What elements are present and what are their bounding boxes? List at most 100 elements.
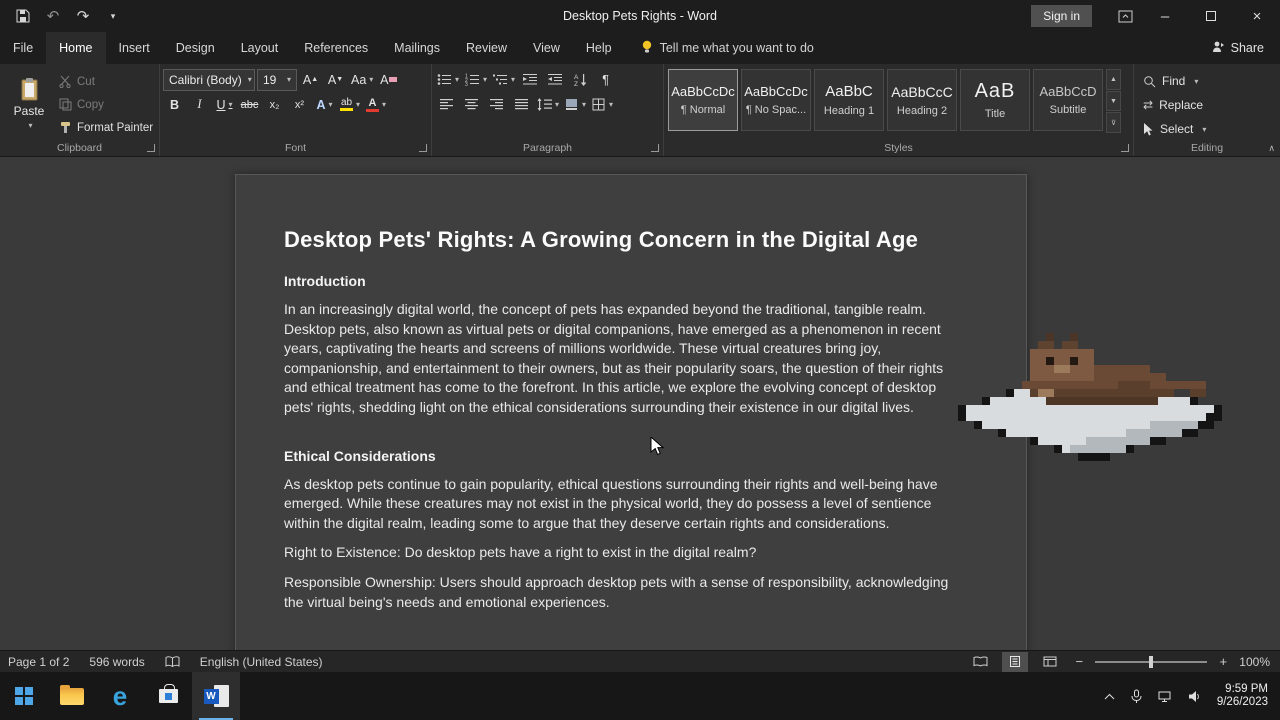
document-canvas: Desktop Pets' Rights: A Growing Concern …	[0, 157, 1280, 650]
language-indicator[interactable]: English (United States)	[200, 655, 323, 669]
web-layout-icon[interactable]	[1037, 652, 1063, 672]
style-title[interactable]: AaB Title	[960, 69, 1030, 131]
desktop-pet-cat[interactable]	[958, 333, 1222, 461]
tab-view[interactable]: View	[520, 32, 573, 64]
font-dialog-launcher[interactable]	[419, 144, 427, 152]
cut-button[interactable]: Cut	[59, 71, 153, 92]
change-case-button[interactable]: Aa	[349, 69, 375, 91]
bold-button[interactable]: B	[163, 94, 186, 116]
shrink-font-button[interactable]: A▼	[324, 69, 347, 91]
tab-home[interactable]: Home	[46, 32, 105, 64]
zoom-slider-thumb[interactable]	[1149, 656, 1153, 668]
borders-icon[interactable]	[590, 94, 615, 116]
redo-icon[interactable]: ↷	[70, 3, 96, 29]
network-icon[interactable]	[1158, 690, 1173, 703]
font-family-combobox[interactable]: Calibri (Body)	[163, 69, 255, 91]
style-no-spacing[interactable]: AaBbCcDc ¶ No Spac...	[741, 69, 811, 131]
copy-button[interactable]: Copy	[59, 94, 153, 115]
tab-design[interactable]: Design	[163, 32, 228, 64]
sort-icon[interactable]: AZ	[569, 69, 592, 91]
align-left-icon[interactable]	[435, 94, 458, 116]
zoom-level[interactable]: 100%	[1239, 655, 1270, 669]
undo-icon[interactable]: ↶	[40, 3, 66, 29]
ribbon-display-options-icon[interactable]	[1108, 3, 1142, 29]
share-button[interactable]: Share	[1212, 40, 1280, 56]
tab-mailings[interactable]: Mailings	[381, 32, 453, 64]
copy-icon	[59, 98, 72, 111]
style-subtitle[interactable]: AaBbCcD Subtitle	[1033, 69, 1103, 131]
hidden-icons-chevron-icon[interactable]	[1104, 693, 1115, 700]
superscript-button[interactable]: x²	[288, 94, 311, 116]
line-spacing-icon[interactable]	[535, 94, 561, 116]
italic-button[interactable]: I	[188, 94, 211, 116]
clear-formatting-button[interactable]: A	[377, 69, 400, 91]
proofing-errors-icon[interactable]	[165, 656, 180, 668]
taskbar-word[interactable]: W	[192, 672, 240, 720]
styles-dialog-launcher[interactable]	[1121, 144, 1129, 152]
format-painter-button[interactable]: Format Painter	[59, 117, 153, 138]
taskbar-edge[interactable]: e	[96, 672, 144, 720]
font-color-button[interactable]: A	[364, 94, 388, 116]
multilevel-list-icon[interactable]	[491, 69, 517, 91]
replace-button[interactable]: ⇄ Replace	[1143, 94, 1271, 116]
tell-me-box[interactable]: Tell me what you want to do	[641, 40, 814, 57]
zoom-out-button[interactable]: −	[1072, 654, 1086, 669]
underline-button[interactable]: U	[213, 94, 236, 116]
customize-quick-access-icon[interactable]: ▾	[100, 3, 126, 29]
style-heading-2[interactable]: AaBbCcC Heading 2	[887, 69, 957, 131]
word-count[interactable]: 596 words	[89, 655, 144, 669]
paragraph-dialog-launcher[interactable]	[651, 144, 659, 152]
tab-help[interactable]: Help	[573, 32, 625, 64]
paste-button[interactable]: Paste	[5, 69, 53, 137]
numbering-icon[interactable]: 123	[463, 69, 489, 91]
clipboard-dialog-launcher[interactable]	[147, 144, 155, 152]
grow-font-button[interactable]: A▲	[299, 69, 322, 91]
font-size-combobox[interactable]: 19	[257, 69, 297, 91]
align-right-icon[interactable]	[485, 94, 508, 116]
zoom-in-button[interactable]: +	[1216, 654, 1230, 669]
increase-indent-icon[interactable]	[544, 69, 567, 91]
tab-references[interactable]: References	[291, 32, 381, 64]
text-highlight-button[interactable]: ab	[338, 94, 362, 116]
bullets-icon[interactable]	[435, 69, 461, 91]
replace-label: Replace	[1159, 98, 1203, 112]
document-page[interactable]: Desktop Pets' Rights: A Growing Concern …	[235, 174, 1027, 650]
decrease-indent-icon[interactable]	[519, 69, 542, 91]
collapse-ribbon-icon[interactable]: ∧	[1268, 143, 1275, 154]
styles-scroll-down-icon[interactable]: ▼	[1106, 91, 1121, 112]
save-icon[interactable]	[10, 3, 36, 29]
styles-gallery: AaBbCcDc ¶ Normal AaBbCcDc ¶ No Spac... …	[668, 69, 1103, 131]
style-normal[interactable]: AaBbCcDc ¶ Normal	[668, 69, 738, 131]
volume-icon[interactable]	[1188, 690, 1202, 703]
strikethrough-button[interactable]: abc	[238, 94, 261, 116]
taskbar-store[interactable]	[144, 672, 192, 720]
minimize-button[interactable]: –	[1142, 0, 1188, 32]
styles-scroll-up-icon[interactable]: ▲	[1106, 69, 1121, 90]
microphone-icon[interactable]	[1130, 689, 1143, 704]
taskbar-clock[interactable]: 9:59 PM 9/26/2023	[1217, 683, 1268, 709]
read-mode-icon[interactable]	[967, 652, 993, 672]
tab-insert[interactable]: Insert	[106, 32, 163, 64]
tab-file[interactable]: File	[0, 32, 46, 64]
windows-taskbar: e W 9:59 PM 9/26/2023	[0, 672, 1280, 720]
styles-gallery-more-icon[interactable]: ⊽	[1106, 112, 1121, 133]
style-heading-1[interactable]: AaBbC Heading 1	[814, 69, 884, 131]
tab-layout[interactable]: Layout	[228, 32, 292, 64]
maximize-button[interactable]	[1188, 0, 1234, 32]
page-indicator[interactable]: Page 1 of 2	[8, 655, 69, 669]
justify-icon[interactable]	[510, 94, 533, 116]
shading-icon[interactable]	[563, 94, 588, 116]
find-button[interactable]: Find	[1143, 70, 1271, 92]
sign-in-button[interactable]: Sign in	[1031, 5, 1092, 27]
start-button[interactable]	[0, 672, 48, 720]
taskbar-file-explorer[interactable]	[48, 672, 96, 720]
print-layout-icon[interactable]	[1002, 652, 1028, 672]
tab-review[interactable]: Review	[453, 32, 520, 64]
show-formatting-marks-button[interactable]: ¶	[594, 69, 617, 91]
align-center-icon[interactable]	[460, 94, 483, 116]
subscript-button[interactable]: x₂	[263, 94, 286, 116]
text-effects-button[interactable]: A	[313, 94, 336, 116]
select-button[interactable]: Select	[1143, 118, 1271, 140]
close-button[interactable]: ×	[1234, 0, 1280, 32]
zoom-slider[interactable]	[1095, 661, 1207, 663]
